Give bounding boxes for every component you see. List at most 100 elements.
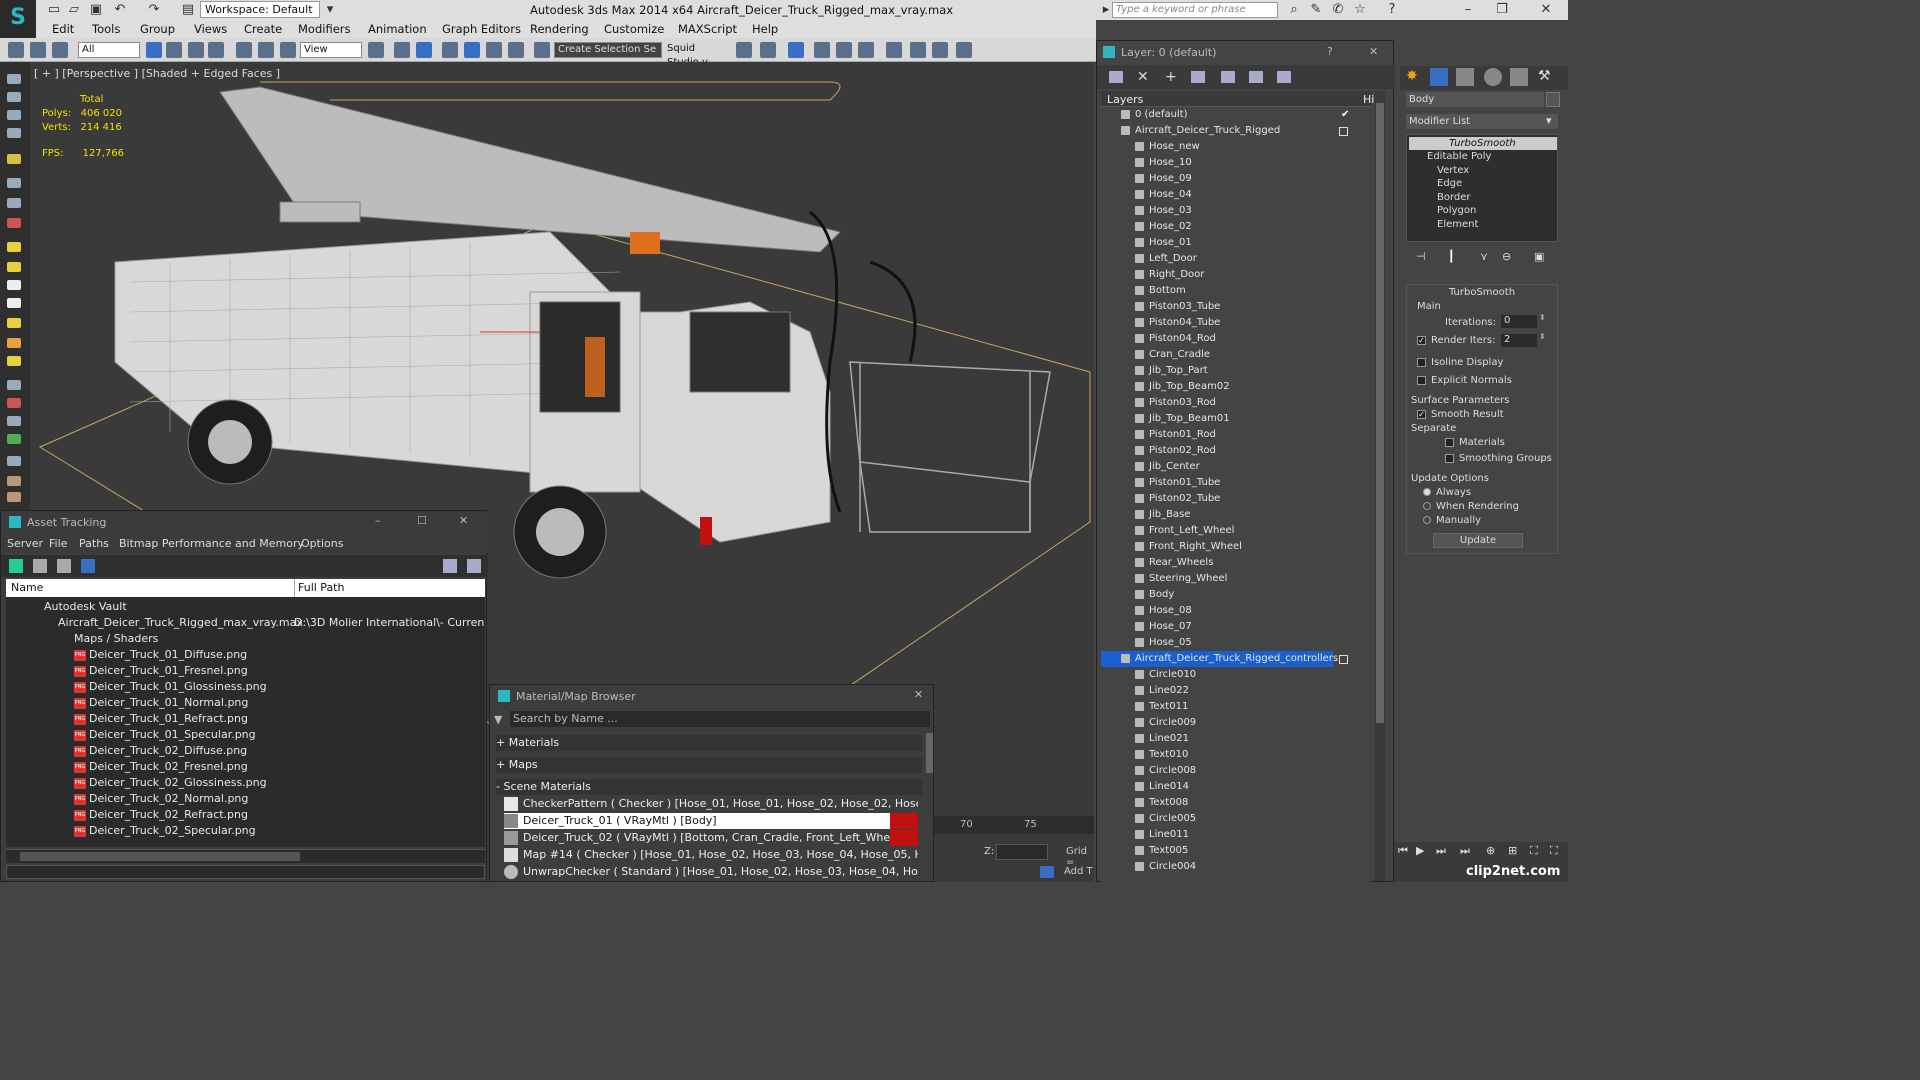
menu-bitmap-performance[interactable]: Bitmap Performance and Memory: [119, 537, 304, 550]
isoline-row[interactable]: Isoline Display: [1417, 357, 1503, 368]
smooth-result-row[interactable]: ✓ Smooth Result: [1417, 409, 1504, 420]
layer-item[interactable]: Line021: [1101, 731, 1371, 747]
make-unique-icon[interactable]: ⋎: [1480, 250, 1488, 263]
time-slider-track[interactable]: 70 75: [934, 816, 1094, 834]
key-mode-icon[interactable]: [1040, 866, 1054, 878]
table-row[interactable]: PNG Deicer_Truck_02_Refract.png: [6, 807, 485, 823]
stack-item-edge[interactable]: Edge: [1437, 178, 1462, 189]
layer-item[interactable]: Jib_Top_Part: [1101, 363, 1371, 379]
freeze-all-icon[interactable]: [1277, 71, 1291, 83]
modifier-list-dropdown[interactable]: Modifier List: [1406, 114, 1558, 129]
favorites-star-icon[interactable]: ☆: [1352, 2, 1368, 18]
window-crossing-icon[interactable]: [208, 42, 224, 58]
menu-views[interactable]: Views: [194, 22, 227, 36]
list-item[interactable]: Deicer_Truck_02 ( VRayMtl ) [Bottom, Cra…: [504, 830, 918, 846]
menu-paths[interactable]: Paths: [79, 537, 109, 550]
stack-item-vertex[interactable]: Vertex: [1437, 165, 1469, 176]
list-item[interactable]: CheckerPattern ( Checker ) [Hose_01, Hos…: [504, 796, 918, 812]
edit-named-sets-icon[interactable]: [534, 42, 550, 58]
layer-item[interactable]: Steering_Wheel: [1101, 571, 1371, 587]
stack-item-element[interactable]: Element: [1437, 219, 1478, 230]
mirror-icon[interactable]: [736, 42, 752, 58]
help-icon[interactable]: ?: [1384, 2, 1400, 18]
layer-item[interactable]: Jib_Top_Beam01: [1101, 411, 1371, 427]
strip-tool-icon[interactable]: [7, 398, 21, 408]
strip-tool-icon[interactable]: [7, 218, 21, 228]
table-row[interactable]: PNG Deicer_Truck_01_Specular.png: [6, 727, 485, 743]
stack-item-polygon[interactable]: Polygon: [1437, 205, 1476, 216]
strip-tool-icon[interactable]: [7, 338, 21, 348]
object-color-swatch[interactable]: [1546, 92, 1560, 107]
table-row[interactable]: PNG Deicer_Truck_01_Fresnel.png: [6, 663, 485, 679]
layer-item-selected[interactable]: Aircraft_Deicer_Truck_Rigged_controllers: [1101, 651, 1338, 667]
hold-icon[interactable]: ▤: [180, 2, 196, 18]
strip-tool-icon[interactable]: [7, 298, 21, 308]
zoom-extents-icon[interactable]: ⛶: [1530, 844, 1538, 858]
close-icon[interactable]: ✕: [914, 688, 923, 701]
spinner-icon[interactable]: ⬍: [1539, 332, 1546, 341]
communication-icon[interactable]: ✆: [1330, 2, 1346, 18]
layer-item[interactable]: Hose_10: [1101, 155, 1371, 171]
group-scene-materials[interactable]: - Scene Materials: [496, 779, 922, 795]
render-iters-checkbox[interactable]: ✓: [1417, 335, 1426, 345]
snaps-toggle-icon[interactable]: [442, 42, 458, 58]
layer-item[interactable]: Text008: [1101, 795, 1371, 811]
vertical-scrollbar[interactable]: [926, 733, 933, 773]
material-search-input[interactable]: Search by Name ...: [510, 711, 930, 727]
always-radio[interactable]: [1423, 488, 1431, 496]
explicit-normals-row[interactable]: Explicit Normals: [1417, 375, 1512, 386]
highlight-layer-icon[interactable]: [1221, 71, 1235, 83]
binoculars-icon[interactable]: ⌕: [1286, 2, 1302, 18]
layer-item[interactable]: Hose_07: [1101, 619, 1371, 635]
layer-item[interactable]: Text010: [1101, 747, 1371, 763]
strip-tool-icon[interactable]: [7, 380, 21, 390]
render-iters-row[interactable]: ✓ Render Iters:: [1417, 335, 1496, 346]
percent-snap-icon[interactable]: [486, 42, 502, 58]
menu-group[interactable]: Group: [140, 22, 175, 36]
table-row[interactable]: Aircraft_Deicer_Truck_Rigged_max_vray.ma…: [6, 615, 485, 631]
maximize-icon[interactable]: ☐: [417, 514, 427, 527]
bind-spacewarp-icon[interactable]: [52, 42, 68, 58]
render-setup-icon[interactable]: [910, 42, 926, 58]
strip-tool-icon[interactable]: [7, 318, 21, 328]
menu-options[interactable]: Options: [301, 537, 343, 550]
layer-item[interactable]: Cran_Cradle: [1101, 347, 1371, 363]
thumbnail-view-icon[interactable]: [57, 559, 71, 573]
goto-start-icon[interactable]: ⏮: [1398, 844, 1408, 858]
table-row[interactable]: Autodesk Vault: [6, 599, 485, 615]
select-objects-icon[interactable]: [1191, 71, 1205, 83]
delete-layer-icon[interactable]: ✕: [1137, 69, 1149, 85]
smooth-result-checkbox[interactable]: ✓: [1417, 409, 1426, 419]
menu-server[interactable]: Server: [7, 537, 43, 550]
schematic-view-icon[interactable]: [858, 42, 874, 58]
rotate-icon[interactable]: [258, 42, 274, 58]
layer-item[interactable]: Hose_02: [1101, 219, 1371, 235]
spinner-icon[interactable]: ⬍: [1539, 313, 1546, 322]
rect-selection-icon[interactable]: [188, 42, 204, 58]
selection-set-dropdown[interactable]: Create Selection Se: [554, 42, 662, 58]
close-icon[interactable]: ✕: [1369, 45, 1378, 58]
col-name[interactable]: Name: [11, 581, 43, 594]
new-file-icon[interactable]: ▭: [46, 2, 62, 18]
table-view-icon[interactable]: [81, 559, 95, 573]
motion-tab-icon[interactable]: [1484, 68, 1502, 86]
smoothing-groups-checkbox[interactable]: [1445, 453, 1454, 463]
remove-modifier-icon[interactable]: ⊖: [1502, 250, 1511, 263]
menu-rendering[interactable]: Rendering: [530, 22, 589, 36]
chevron-down-icon[interactable]: ▾: [322, 2, 338, 18]
move-icon[interactable]: [236, 42, 252, 58]
app-logo-icon[interactable]: S: [0, 0, 36, 40]
table-row[interactable]: PNG Deicer_Truck_02_Fresnel.png: [6, 759, 485, 775]
layer-item[interactable]: Piston02_Tube: [1101, 491, 1371, 507]
spinner-snap-icon[interactable]: [508, 42, 524, 58]
layer-item[interactable]: Bottom: [1101, 283, 1371, 299]
layer-item[interactable]: Circle009: [1101, 715, 1371, 731]
group-materials[interactable]: + Materials: [496, 735, 922, 751]
strip-tool-icon[interactable]: [7, 92, 21, 102]
layer-item[interactable]: Jib_Center: [1101, 459, 1371, 475]
layer-item[interactable]: Circle005: [1101, 811, 1371, 827]
close-icon[interactable]: ✕: [459, 514, 468, 527]
layer-item[interactable]: 0 (default) ✔: [1101, 107, 1371, 123]
strip-tool-icon[interactable]: [7, 356, 21, 366]
list-item[interactable]: Deicer_Truck_01 ( VRayMtl ) [Body]: [504, 813, 918, 829]
